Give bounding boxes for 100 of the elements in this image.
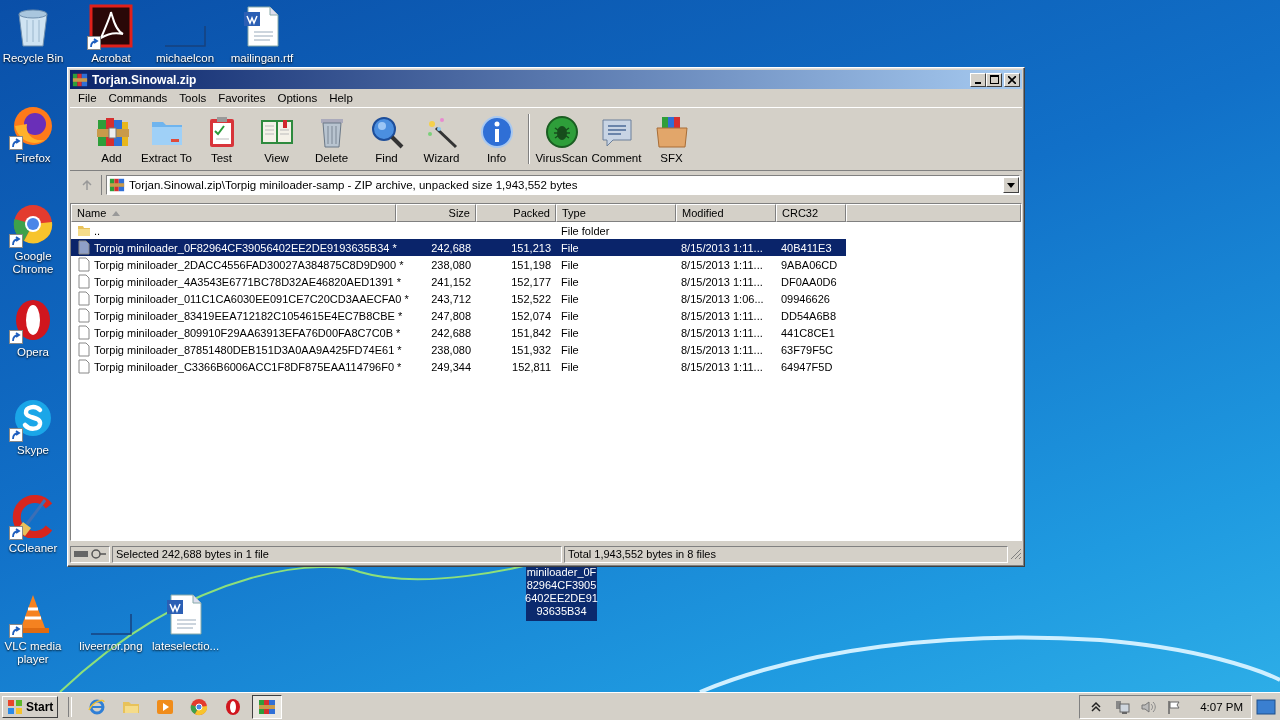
file-name: Torpig miniloader_809910F29AA63913EFA76D00FA8C7C0B *	[94, 326, 401, 339]
desktop-icon-label[interactable]: liveerror.png	[79, 640, 143, 653]
column-header[interactable]: CRC32	[776, 204, 846, 222]
file-icon	[77, 342, 91, 357]
show-desktop-icon[interactable]	[1256, 698, 1276, 715]
acrobat-icon[interactable]	[89, 4, 133, 48]
archive-books-icon	[109, 177, 125, 193]
toolbar-button[interactable]: Test	[194, 112, 249, 166]
modified-cell: 8/15/2013 1:06...	[681, 292, 764, 305]
menu-item[interactable]: File	[72, 92, 103, 104]
chrome-icon[interactable]	[11, 202, 55, 246]
minimize-button[interactable]	[970, 72, 986, 87]
column-header[interactable]: Modified	[676, 204, 776, 222]
packed-cell: 151,932	[511, 343, 551, 356]
desktop-icon-label[interactable]: mailingan.rtf	[230, 52, 294, 65]
crc-cell: 9ABA06CD	[781, 258, 838, 271]
desktop-icon-label[interactable]: CCleaner	[8, 542, 58, 555]
file-icon	[77, 359, 91, 374]
modified-cell: 8/15/2013 1:11...	[681, 275, 763, 288]
file-icon	[77, 257, 91, 272]
caret-icon	[1007, 182, 1015, 188]
desktop-icon-label[interactable]: Acrobat	[91, 52, 131, 65]
column-header[interactable]: Size	[396, 204, 476, 222]
maximize-button[interactable]	[986, 72, 1002, 87]
desktop-icon-label[interactable]: Opera	[17, 346, 49, 359]
packed-cell: 151,842	[511, 326, 551, 339]
start-button[interactable]: Start	[2, 695, 59, 718]
crc-cell: 64947F5D	[781, 360, 833, 373]
desktop-icon-label[interactable]: Recycle Bin	[2, 52, 64, 65]
file-icon	[77, 308, 91, 323]
media-player-icon	[156, 697, 175, 716]
type-cell: File	[561, 326, 579, 339]
desktop-icon-label[interactable]: Google Chrome	[0, 250, 66, 276]
taskbar-app-button[interactable]	[252, 694, 283, 719]
file-name: Torpig miniloader_0F82964CF39056402EE2DE9193635B34 *	[94, 241, 397, 254]
total-status: Total 1,943,552 bytes in 8 files	[568, 548, 716, 560]
size-cell: 242,688	[431, 326, 471, 339]
desktop-icon-label[interactable]: Skype	[17, 444, 49, 457]
toolbar-button[interactable]: Add	[84, 112, 139, 166]
flag-icon[interactable]	[1166, 698, 1183, 715]
file-name: ..	[94, 224, 101, 237]
toolbar-button[interactable]: SFX	[644, 112, 699, 166]
dropdown-button[interactable]	[1003, 177, 1019, 193]
menu-item[interactable]: Tools	[173, 92, 213, 104]
desktop-icon-label[interactable]: Firefox	[15, 152, 51, 165]
packed-cell: 151,198	[511, 258, 551, 271]
file-row[interactable]: Torpig miniloader_C3366B6006ACC1F8DF875EAA114796F0 * 249,344 152,811 File 8/15/2013 1:11... 64947F5D	[71, 358, 846, 375]
toolbar-button[interactable]: Wizard	[414, 112, 469, 166]
crc-cell: 63F79F5C	[781, 343, 833, 356]
type-cell: File	[561, 309, 579, 322]
type-cell: File	[561, 241, 579, 254]
file-row[interactable]: .. File folder	[71, 222, 846, 239]
file-row[interactable]: Torpig miniloader_011C1CA6030EE091CE7C20CD3AAECFA0 * 243,712 152,522 File 8/15/2013 1:06... 09946626	[71, 290, 846, 307]
type-cell: File	[561, 343, 579, 356]
size-cell: 242,688	[431, 241, 471, 254]
desktop-icon-label[interactable]: lateselectio...	[152, 640, 218, 653]
up-arrow-icon	[80, 179, 93, 191]
folder-icon	[77, 223, 91, 238]
menu-item[interactable]: Options	[271, 92, 324, 104]
size-cell: 243,712	[431, 292, 471, 305]
size-cell: 247,808	[431, 309, 471, 322]
file-icon	[77, 291, 91, 306]
file-row[interactable]: Torpig miniloader_809910F29AA63913EFA76D00FA8C7C0B * 242,688 151,842 File 8/15/2013 1:11... 441C8CE1	[71, 324, 846, 341]
file-name: Torpig miniloader_011C1CA6030EE091CE7C20CD3AAECFA0 *	[94, 292, 409, 305]
drive-key-icon	[74, 549, 106, 559]
clock[interactable]: 4:07 PM	[1200, 700, 1243, 713]
menu-item[interactable]: Favorites	[212, 92, 272, 104]
ccleaner-icon[interactable]	[11, 494, 55, 538]
desktop-icon-label[interactable]: michaelcon	[155, 52, 215, 65]
address-field[interactable]: Torjan.Sinowal.zip\Torpig miniloader-samp - ZIP archive, unpacked size 1,943,552 bytes	[106, 175, 1020, 195]
toolbar-button[interactable]: Find	[359, 112, 414, 166]
toolbar-button[interactable]: View	[249, 112, 304, 166]
file-icon	[77, 274, 91, 289]
toolbar-button[interactable]: Info	[469, 112, 524, 166]
file-row[interactable]: Torpig miniloader_0F82964CF39056402EE2DE9193635B34 * 242,688 151,213 File 8/15/2013 1:11... 40B411E3	[71, 239, 846, 256]
toolbar-button[interactable]: Extract To	[139, 112, 194, 166]
packed-cell: 151,213	[511, 241, 551, 254]
toolbar-button[interactable]: VirusScan	[534, 112, 589, 166]
toolbar-button[interactable]: Delete	[304, 112, 359, 166]
type-cell: File	[561, 292, 579, 305]
packed-cell: 152,811	[512, 360, 551, 373]
file-row[interactable]: Torpig miniloader_2DACC4556FAD30027A384875C8D9D900 * 238,080 151,198 File 8/15/2013 1:11... 9ABA06CD	[71, 256, 846, 273]
menu-item[interactable]: Commands	[102, 92, 174, 104]
packed-cell: 152,177	[511, 275, 551, 288]
maximize-icon	[989, 75, 999, 84]
network-icon[interactable]	[1114, 698, 1131, 715]
crc-cell: 441C8CE1	[781, 326, 835, 339]
close-button[interactable]	[1004, 72, 1020, 87]
file-row[interactable]: Torpig miniloader_4A3543E6771BC78D32AE46820AED1391 * 241,152 152,177 File 8/15/2013 1:11... DF0AA0D6	[71, 273, 846, 290]
toolbar-button[interactable]: Comment	[589, 112, 644, 166]
file-row[interactable]: Torpig miniloader_83419EEA712182C1054615E4EC7B8CBE * 247,808 152,074 File 8/15/2013 1:11... DD54A6B8	[71, 307, 846, 324]
desktop-icon-label[interactable]: VLC media player	[0, 640, 66, 666]
modified-cell: 8/15/2013 1:11...	[681, 326, 763, 339]
column-header[interactable]: Packed	[476, 204, 556, 222]
firefox-icon[interactable]	[11, 104, 55, 148]
column-header[interactable]: Name	[71, 204, 396, 222]
menu-item[interactable]: Help	[323, 92, 359, 104]
column-header[interactable]: Type	[556, 204, 676, 222]
resize-grip-icon[interactable]	[1010, 548, 1022, 560]
file-row[interactable]: Torpig miniloader_87851480DEB151D3A0AA9A425FD74E61 * 238,080 151,932 File 8/15/2013 1:11... 63F79F5C	[71, 341, 846, 358]
